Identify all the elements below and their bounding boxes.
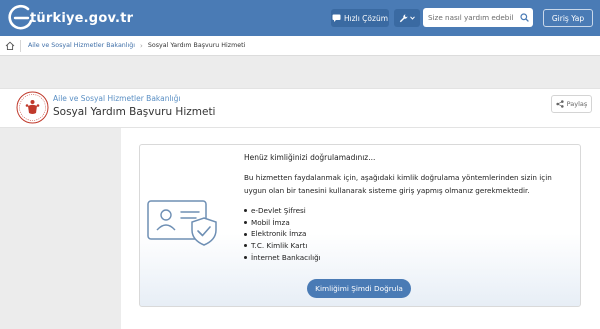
bullet [244, 256, 247, 260]
bullet [244, 221, 247, 225]
chat-icon [332, 14, 341, 22]
bullet [244, 209, 247, 213]
list-item: Mobil İmza [244, 217, 321, 229]
authentication-methods-list: e-Devlet Şifresi Mobil İmza Elektronik İ… [244, 205, 321, 263]
verify-identity-button[interactable]: Kimliğimi Şimdi Doğrula [307, 279, 411, 298]
search-box [423, 8, 533, 27]
quick-solution-label: Hızlı Çözüm [343, 13, 389, 23]
search-button[interactable] [515, 8, 533, 27]
search-input[interactable] [428, 13, 514, 22]
tools-menu-button[interactable] [394, 9, 420, 27]
bullet [244, 232, 247, 236]
top-header: türkiye.gov.tr Hızlı Çözüm Giriş Yap [0, 0, 600, 36]
search-icon [519, 13, 529, 22]
method-label: Mobil İmza [251, 217, 290, 227]
notice-description: Bu hizmetten faydalanmak için, aşağıdaki… [244, 173, 552, 195]
service-title: Sosyal Yardım Başvuru Hizmeti [53, 106, 216, 118]
chevron-right-icon: › [140, 41, 143, 50]
method-label: T.C. Kimlik Kartı [251, 241, 308, 251]
breadcrumb-ministry-link[interactable]: Aile ve Sosyal Hizmetler Bakanlığı [28, 42, 135, 49]
service-title-card: Aile ve Sosyal Hizmetler Bakanlığı Sosya… [0, 88, 600, 128]
list-item: Elektronik İmza [244, 228, 321, 240]
list-item: e-Devlet Şifresi [244, 205, 321, 217]
share-label: Paylaş [566, 100, 588, 108]
bullet [244, 244, 247, 248]
breadcrumb-divider [20, 39, 21, 52]
breadcrumb: Aile ve Sosyal Hizmetler Bakanlığı › Sos… [0, 36, 600, 56]
method-label: İnternet Bankacılığı [251, 252, 321, 262]
ministry-seal-icon [16, 91, 49, 124]
home-icon[interactable] [5, 41, 15, 51]
list-item: İnternet Bankacılığı [244, 252, 321, 264]
login-button[interactable]: Giriş Yap [543, 9, 593, 27]
breadcrumb-current: Sosyal Yardım Başvuru Hizmeti [147, 42, 246, 49]
site-logo[interactable]: türkiye.gov.tr [6, 4, 133, 32]
wrench-icon [399, 14, 408, 22]
share-icon [556, 100, 564, 108]
list-item: T.C. Kimlik Kartı [244, 240, 321, 252]
ministry-name[interactable]: Aile ve Sosyal Hizmetler Bakanlığı [53, 94, 181, 103]
share-button[interactable]: Paylaş [551, 95, 592, 113]
logo-text: türkiye.gov.tr [30, 10, 134, 26]
chevron-down-icon [410, 16, 415, 20]
quick-solution-button[interactable]: Hızlı Çözüm [331, 9, 389, 27]
method-label: Elektronik İmza [251, 229, 307, 239]
identity-card-shield-icon [147, 200, 217, 246]
method-label: e-Devlet Şifresi [251, 206, 306, 215]
notice-heading: Henüz kimliğinizi doğrulamadınız... [244, 153, 376, 162]
